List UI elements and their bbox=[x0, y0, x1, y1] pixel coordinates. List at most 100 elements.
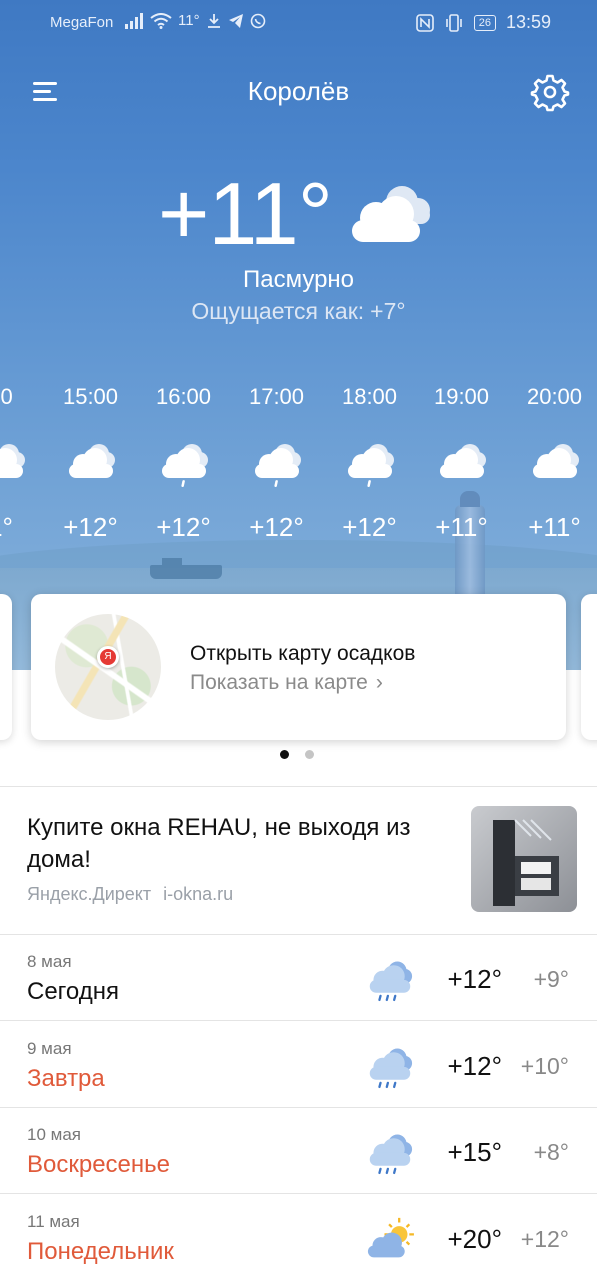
battery-indicator: 26 bbox=[473, 14, 496, 31]
hourly-temp: +11° bbox=[528, 512, 581, 542]
chevron-right-icon: › bbox=[375, 671, 383, 694]
hourly-time: 15:00 bbox=[62, 384, 119, 409]
hourly-item[interactable]: 17:00 +12° bbox=[230, 380, 323, 543]
map-thumbnail: Я bbox=[55, 614, 161, 720]
hourly-time: 00 bbox=[0, 384, 13, 409]
window-profile-image bbox=[493, 819, 559, 906]
hourly-time: 18:00 bbox=[341, 384, 398, 409]
cloudy-icon bbox=[532, 444, 579, 478]
next-card[interactable] bbox=[581, 594, 597, 740]
cloudy-icon bbox=[0, 444, 25, 478]
daily-row[interactable]: 8 мая Сегодня +12° +9° bbox=[0, 936, 597, 1022]
rain-icon bbox=[369, 1048, 413, 1088]
daily-row[interactable]: 9 мая Завтра +12° +10° bbox=[0, 1023, 597, 1109]
hourly-item[interactable]: 00 1° bbox=[0, 380, 47, 543]
feels-like: Ощущается как: +7° bbox=[0, 298, 597, 325]
hourly-item[interactable]: 15:00 +12° bbox=[44, 380, 137, 543]
hourly-item[interactable]: 20:00 +11° bbox=[508, 380, 597, 543]
wifi-icon bbox=[150, 12, 172, 29]
location-pin-icon: Я bbox=[97, 646, 119, 668]
hourly-item[interactable]: 16:00 +12° bbox=[137, 380, 230, 543]
rain-icon bbox=[369, 961, 413, 1002]
status-time: 13:59 bbox=[505, 12, 551, 32]
precipitation-map-title: Открыть карту осадков bbox=[190, 642, 416, 665]
day-name: Завтра bbox=[27, 1064, 105, 1092]
divider bbox=[0, 1106, 597, 1108]
vibrate-icon bbox=[445, 13, 462, 32]
show-on-map-link[interactable]: Показать на карте › bbox=[190, 671, 383, 695]
ad-title[interactable]: Купите окна REHAU, не выходя из дома! bbox=[27, 812, 457, 876]
carrier-name: MegaFon bbox=[50, 14, 114, 31]
divider bbox=[0, 934, 597, 935]
day-date: 10 мая bbox=[27, 1125, 81, 1144]
cloudy-icon bbox=[352, 186, 430, 242]
current-condition: Пасмурно bbox=[242, 266, 355, 293]
feels-like-value: +7° bbox=[370, 298, 406, 324]
day-date: 9 мая bbox=[27, 1038, 72, 1058]
gear-icon[interactable] bbox=[530, 72, 570, 112]
cloudy-icon bbox=[68, 444, 115, 478]
telegram-icon bbox=[228, 13, 243, 28]
pager-dots bbox=[280, 750, 314, 759]
hourly-time: 16:00 bbox=[155, 384, 212, 409]
hourly-temp: +12° bbox=[249, 512, 304, 542]
hourly-temp: +12° bbox=[156, 512, 211, 542]
download-icon bbox=[207, 13, 220, 28]
status-temperature: 11° bbox=[178, 12, 200, 29]
divider bbox=[0, 1020, 597, 1021]
divider bbox=[0, 1193, 597, 1194]
ad-image[interactable] bbox=[471, 806, 577, 912]
status-bar: MegaFon 11° 26 13:59 bbox=[0, 0, 597, 44]
daily-row[interactable]: 11 мая Понедельник +20° +12° bbox=[0, 1196, 597, 1280]
hourly-time: 19:00 bbox=[433, 384, 490, 409]
feels-like-label: Ощущается как: bbox=[191, 298, 365, 324]
hourly-temp: 1° bbox=[0, 512, 13, 542]
status-right-icons: 26 13:59 bbox=[415, 12, 551, 33]
day-high-temp: +12° bbox=[447, 1050, 502, 1081]
day-name: Сегодня bbox=[27, 978, 119, 1005]
day-low-temp: +10° bbox=[520, 1052, 569, 1079]
ad-network: Яндекс.Директ bbox=[27, 884, 152, 904]
whatsapp-icon bbox=[250, 13, 265, 28]
city-title[interactable]: Королёв bbox=[0, 76, 597, 107]
partly-sunny-icon bbox=[367, 1217, 414, 1257]
day-high-temp: +15° bbox=[447, 1137, 502, 1167]
pager-dot[interactable] bbox=[305, 750, 314, 759]
previous-card[interactable] bbox=[0, 594, 12, 740]
current-temperature: +11° bbox=[158, 164, 333, 263]
day-high-temp: +12° bbox=[447, 964, 502, 994]
day-high-temp: +20° bbox=[447, 1223, 502, 1254]
nfc-icon bbox=[415, 13, 434, 32]
cloudy-icon bbox=[439, 444, 486, 478]
divider bbox=[0, 786, 597, 787]
light-rain-icon bbox=[347, 444, 394, 488]
hourly-time: 17:00 bbox=[248, 384, 305, 409]
weather-hero: MegaFon 11° 26 13:59 Королёв +11° Пасмур… bbox=[0, 0, 597, 670]
day-low-temp: +8° bbox=[533, 1139, 569, 1165]
day-date: 11 мая bbox=[27, 1211, 80, 1231]
hourly-forecast[interactable]: 00 1°15:00 +12°16:00 +12°17:00 +12°18:00… bbox=[0, 380, 597, 560]
day-low-temp: +9° bbox=[533, 966, 569, 992]
day-name: Понедельник bbox=[27, 1237, 174, 1265]
precipitation-map-card[interactable]: Я Открыть карту осадков Показать на карт… bbox=[31, 594, 566, 740]
hourly-temp: +12° bbox=[63, 512, 118, 542]
day-date: 8 мая bbox=[27, 952, 72, 971]
ad-source: Яндекс.Директ i-okna.ru bbox=[27, 884, 233, 905]
light-rain-icon bbox=[161, 444, 208, 488]
day-name: Воскресенье bbox=[27, 1151, 171, 1178]
rain-icon bbox=[369, 1134, 413, 1175]
background-ship bbox=[150, 558, 222, 579]
day-low-temp: +12° bbox=[520, 1225, 569, 1252]
hourly-item[interactable]: 19:00 +11° bbox=[415, 380, 508, 543]
hourly-item[interactable]: 18:00 +12° bbox=[323, 380, 416, 543]
hourly-temp: +11° bbox=[435, 512, 488, 542]
show-on-map-label: Показать на карте bbox=[190, 671, 368, 694]
light-rain-icon bbox=[254, 444, 301, 488]
ad-domain[interactable]: i-okna.ru bbox=[163, 884, 233, 904]
daily-row[interactable]: 10 мая Воскресенье +15° +8° bbox=[0, 1109, 597, 1195]
pager-dot[interactable] bbox=[280, 750, 289, 759]
status-left-icons: 11° bbox=[124, 12, 266, 29]
hourly-temp: +12° bbox=[342, 512, 397, 542]
hourly-time: 20:00 bbox=[526, 384, 583, 409]
signal-icon bbox=[125, 12, 143, 29]
